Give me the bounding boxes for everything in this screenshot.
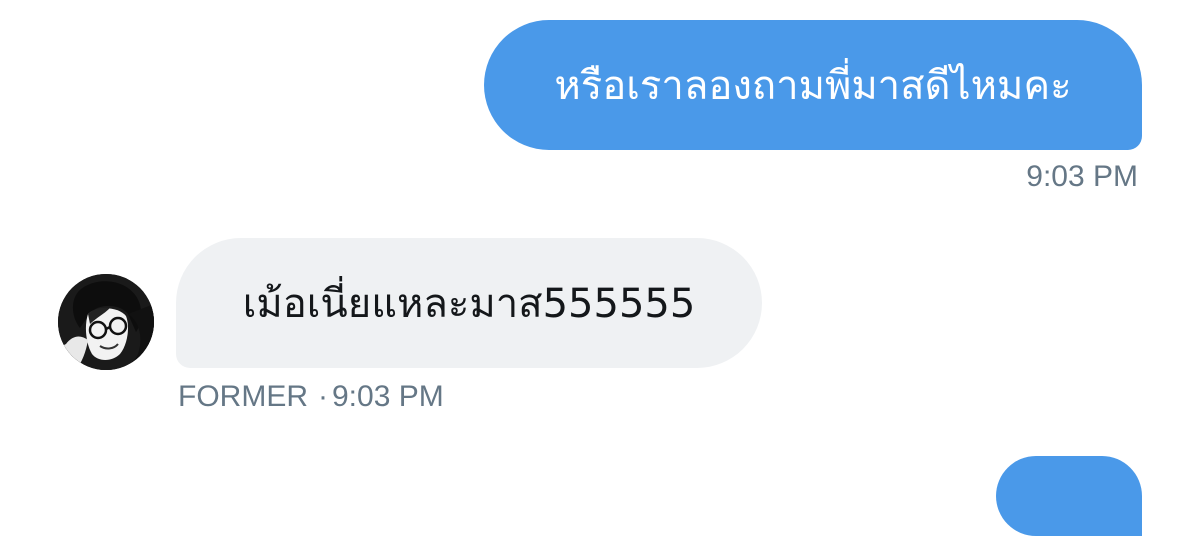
sender-name: FORMER: [178, 380, 308, 413]
incoming-message-meta: FORMER · 9:03 PM: [178, 380, 444, 414]
incoming-message-timestamp: 9:03 PM: [332, 380, 444, 413]
incoming-message-bubble[interactable]: เม้อเนี่ยแหละมาส555555: [176, 238, 762, 368]
meta-separator: ·: [318, 380, 328, 413]
incoming-message-text: เม้อเนี่ยแหละมาส555555: [242, 281, 696, 327]
user-avatar-icon: [58, 274, 154, 370]
sender-avatar[interactable]: [58, 274, 154, 370]
outgoing-message-bubble[interactable]: หรือเราลองถามพี่มาสดีไหมคะ: [484, 20, 1142, 150]
outgoing-message-bubble-partial[interactable]: [996, 456, 1142, 536]
outgoing-message-text: หรือเราลองถามพี่มาสดีไหมคะ: [554, 63, 1072, 109]
outgoing-message-timestamp: 9:03 PM: [1026, 160, 1138, 193]
